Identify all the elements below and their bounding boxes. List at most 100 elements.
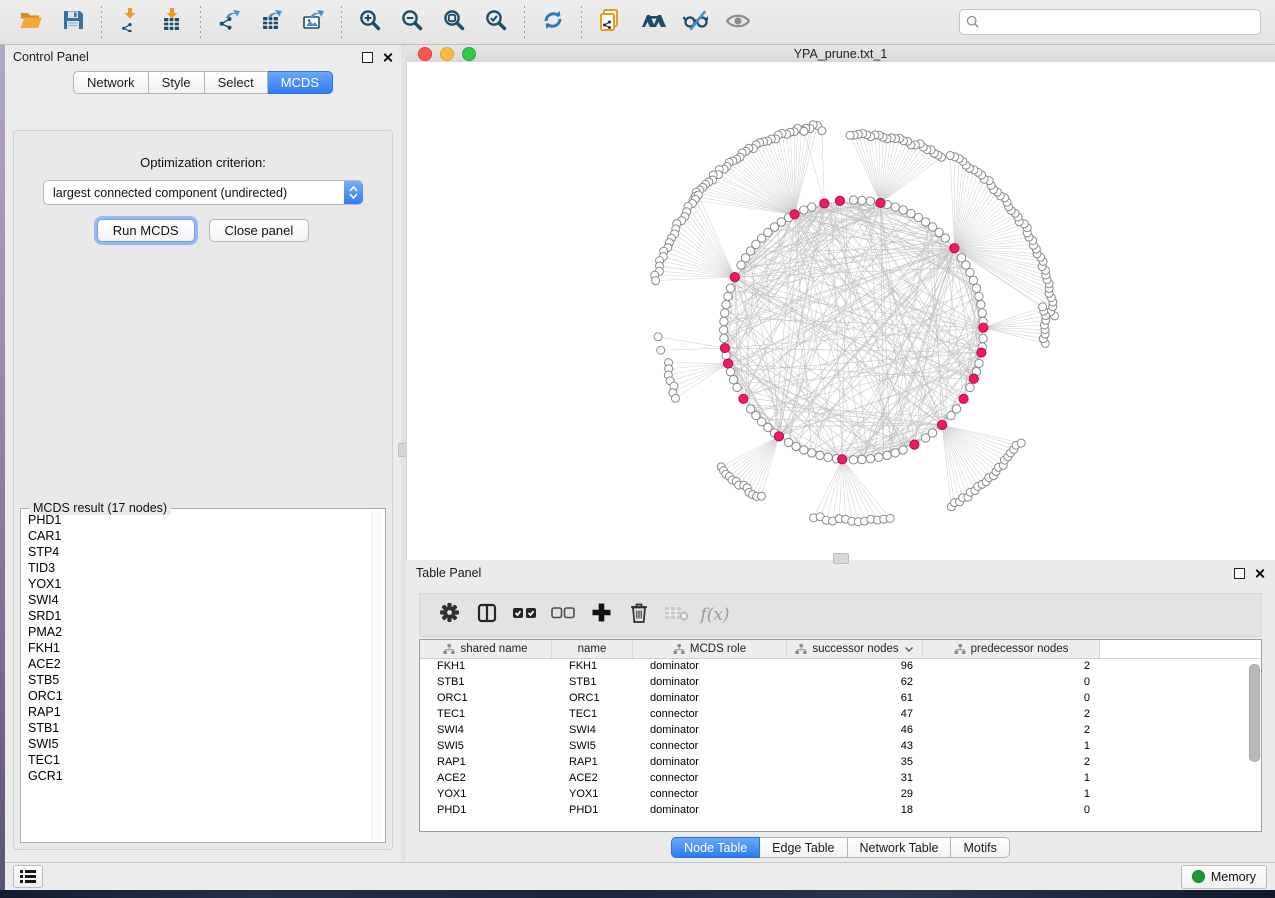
table-settings-button[interactable] xyxy=(434,600,464,630)
mcds-result-item[interactable]: PHD1 xyxy=(24,512,371,528)
network-node[interactable] xyxy=(1017,439,1025,447)
network-node[interactable] xyxy=(891,449,899,457)
tab-motifs[interactable]: Motifs xyxy=(951,837,1009,858)
network-hub-node[interactable] xyxy=(969,374,978,383)
network-node[interactable] xyxy=(671,394,679,402)
import-network-button[interactable] xyxy=(113,5,147,39)
network-node[interactable] xyxy=(720,334,728,342)
show-hidden-button[interactable] xyxy=(719,5,753,39)
mcds-result-item[interactable]: SRD1 xyxy=(24,608,371,624)
network-hub-node[interactable] xyxy=(910,440,919,449)
network-node[interactable] xyxy=(978,309,986,317)
search-box[interactable] xyxy=(959,9,1261,35)
export-network-button[interactable] xyxy=(212,5,246,39)
zoom-in-button[interactable] xyxy=(353,5,387,39)
unselect-all-columns-button[interactable] xyxy=(548,600,578,630)
hide-selected-button[interactable] xyxy=(677,5,711,39)
table-row[interactable]: SWI4SWI4dominator462 xyxy=(420,723,1261,739)
create-column-button[interactable] xyxy=(586,600,616,630)
mcds-result-item[interactable]: CAR1 xyxy=(24,528,371,544)
network-node[interactable] xyxy=(800,446,808,454)
close-panel-icon[interactable] xyxy=(382,52,393,63)
network-node[interactable] xyxy=(757,492,765,500)
network-hub-node[interactable] xyxy=(720,343,729,352)
table-row[interactable]: ORC1ORC1dominator610 xyxy=(420,691,1261,707)
network-node[interactable] xyxy=(966,383,974,391)
table-row[interactable]: SWI5SWI5connector431 xyxy=(420,739,1261,755)
network-node[interactable] xyxy=(849,196,857,204)
network-hub-node[interactable] xyxy=(730,273,739,282)
table-row[interactable]: FKH1FKH1dominator962 xyxy=(420,659,1261,675)
network-hub-node[interactable] xyxy=(977,348,986,357)
network-hub-node[interactable] xyxy=(790,210,799,219)
mcds-result-item[interactable]: TEC1 xyxy=(24,752,371,768)
network-node[interactable] xyxy=(972,284,980,292)
table-row[interactable]: RAP1RAP1dominator352 xyxy=(420,755,1261,771)
network-hub-node[interactable] xyxy=(838,455,847,464)
network-node[interactable] xyxy=(719,326,727,334)
network-node[interactable] xyxy=(957,254,965,262)
table-row[interactable]: ACE2ACE2connector311 xyxy=(420,771,1261,787)
new-network-from-selection-button[interactable] xyxy=(593,5,627,39)
mcds-result-item[interactable]: YOX1 xyxy=(24,576,371,592)
network-node[interactable] xyxy=(654,333,662,341)
table-row[interactable]: YOX1YOX1connector291 xyxy=(420,787,1261,803)
network-hub-node[interactable] xyxy=(835,196,844,205)
network-node[interactable] xyxy=(849,456,857,464)
import-table-button[interactable] xyxy=(155,5,189,39)
network-node[interactable] xyxy=(657,346,665,354)
network-node[interactable] xyxy=(866,197,874,205)
tab-select[interactable]: Select xyxy=(205,71,268,94)
network-node[interactable] xyxy=(720,317,728,325)
network-node[interactable] xyxy=(969,276,977,284)
table-row[interactable]: STB1STB1dominator620 xyxy=(420,675,1261,691)
column-header-predecessor-nodes[interactable]: predecessor nodes xyxy=(923,640,1100,658)
close-table-panel-icon[interactable] xyxy=(1254,568,1265,579)
network-node[interactable] xyxy=(899,446,907,454)
network-node[interactable] xyxy=(975,292,983,300)
network-canvas[interactable] xyxy=(406,62,1275,560)
mcds-result-item[interactable]: ORC1 xyxy=(24,688,371,704)
mcds-result-item[interactable]: PMA2 xyxy=(24,624,371,640)
close-panel-button[interactable]: Close panel xyxy=(209,219,310,242)
tab-mcds[interactable]: MCDS xyxy=(268,71,333,94)
network-node[interactable] xyxy=(875,453,883,461)
task-history-button[interactable] xyxy=(13,865,43,888)
network-node[interactable] xyxy=(977,300,985,308)
tab-network-table[interactable]: Network Table xyxy=(848,837,952,858)
network-node[interactable] xyxy=(721,309,729,317)
table-row[interactable]: PHD1PHD1dominator180 xyxy=(420,803,1261,819)
network-node[interactable] xyxy=(883,451,891,459)
mcds-result-item[interactable]: STB5 xyxy=(24,672,371,688)
horizontal-splitter-grip[interactable] xyxy=(833,553,849,564)
open-session-button[interactable] xyxy=(14,5,48,39)
mcds-result-item[interactable]: SWI4 xyxy=(24,592,371,608)
network-node[interactable] xyxy=(792,442,800,450)
mcds-result-item[interactable]: SWI5 xyxy=(24,736,371,752)
network-node[interactable] xyxy=(816,451,824,459)
network-hub-node[interactable] xyxy=(820,199,829,208)
network-node[interactable] xyxy=(886,514,894,522)
criterion-dropdown[interactable]: largest connected component (undirected) xyxy=(43,180,363,205)
zoom-fit-button[interactable] xyxy=(437,5,471,39)
column-header-MCDS-role[interactable]: MCDS role xyxy=(633,640,787,658)
network-node[interactable] xyxy=(737,261,745,269)
network-node[interactable] xyxy=(1039,303,1047,311)
save-session-button[interactable] xyxy=(56,5,90,39)
column-header-shared-name[interactable]: shared name xyxy=(420,640,552,658)
network-hub-node[interactable] xyxy=(774,432,783,441)
mcds-result-item[interactable]: RAP1 xyxy=(24,704,371,720)
network-node[interactable] xyxy=(729,375,737,383)
mcds-list-scrollbar[interactable] xyxy=(371,511,383,840)
network-hub-node[interactable] xyxy=(876,198,885,207)
mcds-result-item[interactable]: ACE2 xyxy=(24,656,371,672)
search-input[interactable] xyxy=(980,14,1254,30)
first-neighbors-button[interactable] xyxy=(635,5,669,39)
network-hub-node[interactable] xyxy=(739,394,748,403)
table-row[interactable]: TEC1TEC1connector472 xyxy=(420,707,1261,723)
network-node[interactable] xyxy=(891,203,899,211)
network-node[interactable] xyxy=(652,277,660,285)
network-node[interactable] xyxy=(858,455,866,463)
network-node[interactable] xyxy=(722,300,730,308)
table-scrollbar[interactable] xyxy=(1249,662,1259,827)
